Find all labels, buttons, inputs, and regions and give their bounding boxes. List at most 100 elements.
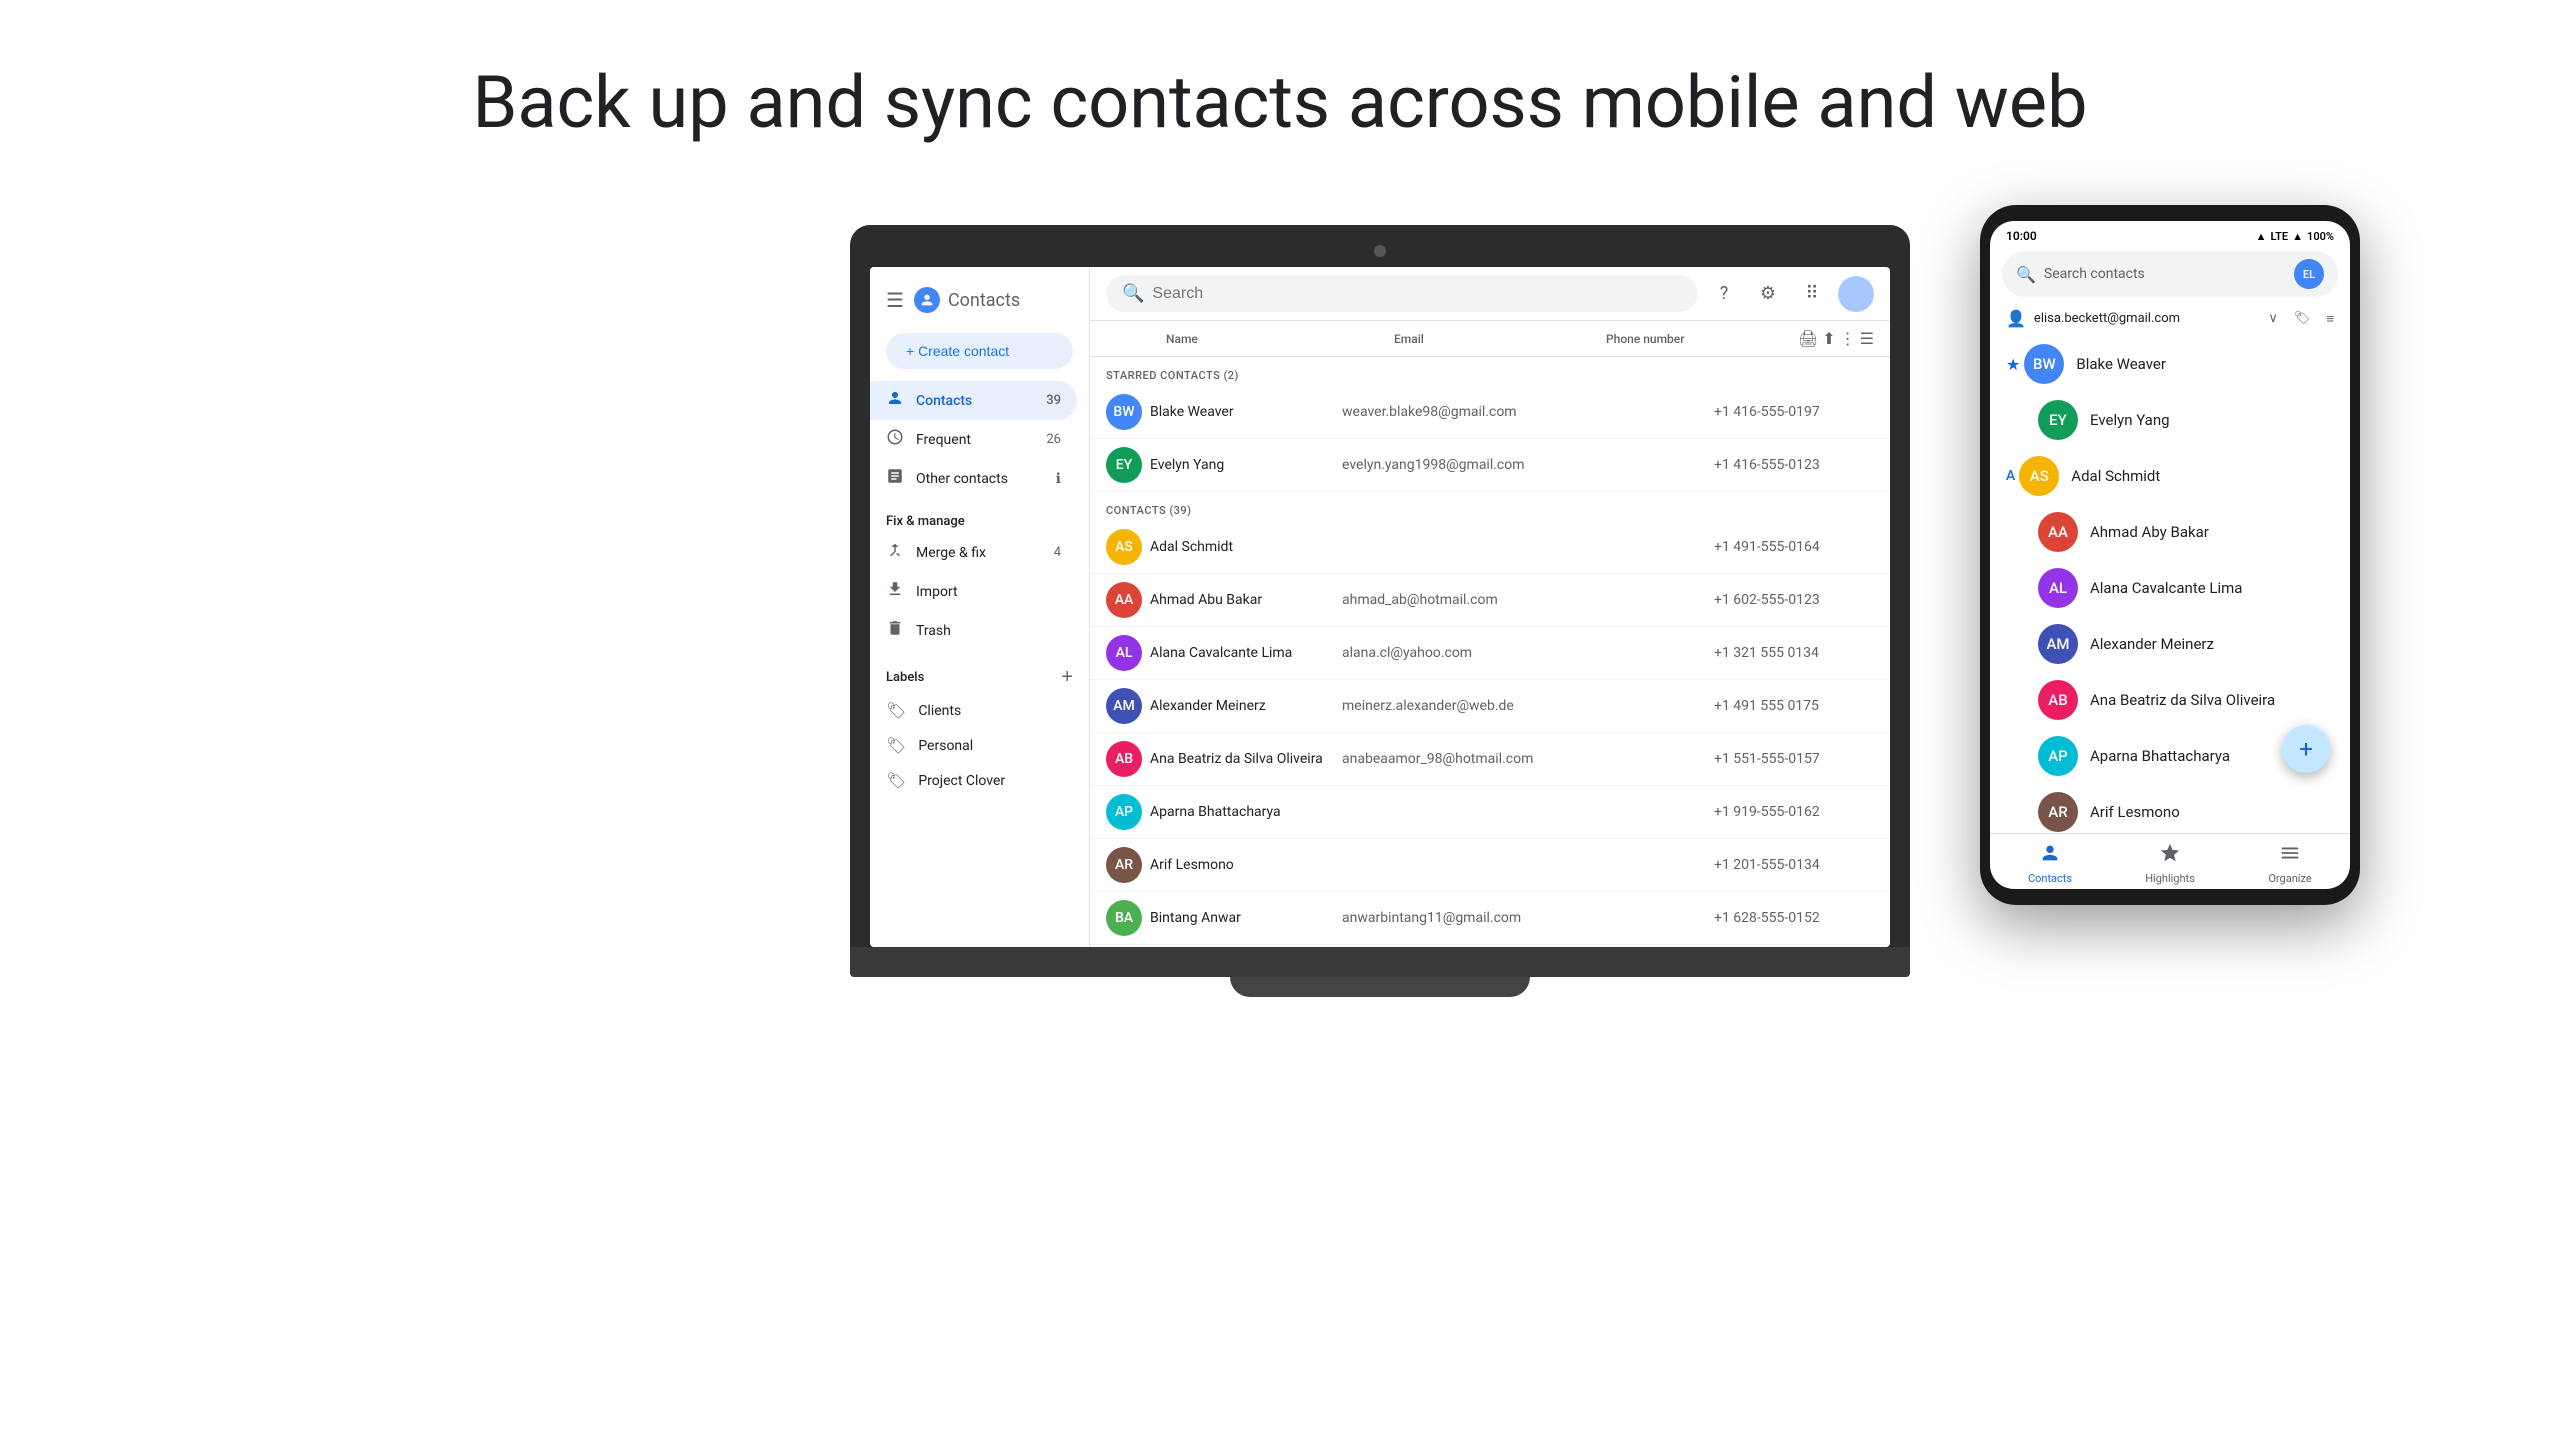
label-clients[interactable]: 🏷 Clients: [870, 693, 1089, 728]
signal-icon: ▲: [2256, 230, 2267, 243]
sidebar-item-other-contacts[interactable]: Other contacts ℹ: [870, 459, 1077, 498]
list-icon[interactable]: ☰: [1860, 329, 1874, 348]
sidebar-item-merge[interactable]: Merge & fix 4: [870, 533, 1077, 572]
contact-avatar: AB: [2038, 680, 2078, 720]
phone-device: 10:00 ▲ LTE ▲ 100% 🔍 Search contacts EL: [1980, 205, 2360, 905]
list-item[interactable]: AB Ana Beatriz da Silva Oliveira: [1990, 672, 2350, 728]
contact-avatar: AR: [1106, 847, 1142, 883]
table-row[interactable]: AS Adal Schmidt +1 491-555-0164: [1090, 521, 1890, 574]
laptop-device: ☰ Contacts + Create contact: [850, 225, 1910, 997]
table-row[interactable]: BW Blake Weaver weaver.blake98@gmail.com…: [1090, 945, 1890, 947]
list-item[interactable]: AA Ahmad Aby Bakar: [1990, 504, 2350, 560]
label-personal[interactable]: 🏷 Personal: [870, 728, 1089, 763]
contact-avatar: BA: [1106, 900, 1142, 936]
col-header-email: Email: [1394, 332, 1598, 346]
help-button[interactable]: ?: [1706, 276, 1742, 312]
contact-name: Alexander Meinerz: [2090, 635, 2334, 653]
contact-email: anwarbintang11@gmail.com: [1342, 910, 1706, 926]
contact-phone: +1 416-555-0123: [1714, 457, 1874, 473]
create-contact-button[interactable]: + Create contact: [886, 333, 1073, 369]
list-item[interactable]: BW Blake Weaver: [2024, 340, 2342, 388]
contact-name: Ahmad Aby Bakar: [2090, 523, 2334, 541]
page-title: Back up and sync contacts across mobile …: [472, 60, 2087, 145]
list-item[interactable]: AS Adal Schmidt: [2019, 452, 2342, 500]
trash-icon: [886, 619, 904, 642]
phone-status-bar: 10:00 ▲ LTE ▲ 100%: [1990, 221, 2350, 247]
table-row[interactable]: BA Bintang Anwar anwarbintang11@gmail.co…: [1090, 892, 1890, 945]
other-contacts-nav-icon: [886, 467, 904, 490]
table-row[interactable]: EY Evelyn Yang evelyn.yang1998@gmail.com…: [1090, 439, 1890, 492]
table-header: Name Email Phone number 🖨 ⬆ ⋮ ☰: [1090, 321, 1890, 357]
contact-phone: +1 602-555-0123: [1714, 592, 1874, 608]
list-item[interactable]: AL Alana Cavalcante Lima: [1990, 560, 2350, 616]
apps-button[interactable]: ⠿: [1794, 276, 1830, 312]
contacts-nav-count: 39: [1046, 393, 1061, 408]
table-row[interactable]: AM Alexander Meinerz meinerz.alexander@w…: [1090, 680, 1890, 733]
status-right: ▲ LTE ▲ 100%: [2256, 230, 2334, 243]
phone-account-row[interactable]: 👤 elisa.beckett@gmail.com ∨ 🏷 ≡: [1990, 305, 2350, 336]
hamburger-icon[interactable]: ☰: [886, 288, 904, 312]
phone-nav-contacts-label: Contacts: [2028, 872, 2072, 885]
phone-nav-contacts[interactable]: Contacts: [1990, 842, 2110, 885]
contact-avatar: AP: [1106, 794, 1142, 830]
label-project-clover-text: Project Clover: [918, 773, 1005, 789]
phone-nav-highlights[interactable]: Highlights: [2110, 842, 2230, 885]
contacts-nav-label: Contacts: [916, 393, 972, 409]
more-icon[interactable]: ⋮: [1840, 329, 1856, 348]
contact-email: alana.cl@yahoo.com: [1342, 645, 1706, 661]
list-item[interactable]: AM Alexander Meinerz: [1990, 616, 2350, 672]
table-row[interactable]: AL Alana Cavalcante Lima alana.cl@yahoo.…: [1090, 627, 1890, 680]
lte-label: LTE: [2271, 230, 2289, 243]
sidebar-item-contacts[interactable]: Contacts 39: [870, 381, 1077, 420]
phone-nav-organize-icon: [2279, 842, 2301, 870]
contact-phone: +1 491 555 0175: [1714, 698, 1874, 714]
table-row[interactable]: AB Ana Beatriz da Silva Oliveira anabeaa…: [1090, 733, 1890, 786]
top-bar: 🔍 ? ⚙ ⠿: [1090, 267, 1890, 321]
contact-name: Ana Beatriz da Silva Oliveira: [2090, 691, 2334, 709]
contact-name: Alexander Meinerz: [1150, 698, 1334, 714]
list-item[interactable]: AR Arif Lesmono: [1990, 784, 2350, 833]
phone-search-bar[interactable]: 🔍 Search contacts EL: [2002, 251, 2338, 297]
phone-nav-highlights-icon: [2159, 842, 2181, 870]
add-label-button[interactable]: +: [1061, 666, 1073, 689]
phone-nav-highlights-label: Highlights: [2145, 872, 2195, 885]
user-avatar-button[interactable]: [1838, 276, 1874, 312]
sidebar-item-frequent[interactable]: Frequent 26: [870, 420, 1077, 459]
contact-email: meinerz.alexander@web.de: [1342, 698, 1706, 714]
table-row[interactable]: AR Arif Lesmono +1 201-555-0134: [1090, 839, 1890, 892]
table-row[interactable]: BW Blake Weaver weaver.blake98@gmail.com…: [1090, 386, 1890, 439]
app-logo-text: Contacts: [948, 290, 1020, 311]
label-icon-phone: 🏷: [2294, 311, 2311, 326]
contact-phone: +1 628-555-0152: [1714, 910, 1874, 926]
contact-name: Aparna Bhattacharya: [1150, 804, 1334, 820]
contact-phone: +1 201-555-0134: [1714, 857, 1874, 873]
label-project-clover[interactable]: 🏷 Project Clover: [870, 763, 1089, 798]
table-row[interactable]: AA Ahmad Abu Bakar ahmad_ab@hotmail.com …: [1090, 574, 1890, 627]
contact-avatar: BW: [1106, 394, 1142, 430]
sidebar-item-trash[interactable]: Trash: [870, 611, 1077, 650]
col-header-name: Name: [1166, 332, 1386, 346]
contacts-app-desktop: ☰ Contacts + Create contact: [870, 267, 1890, 947]
trash-nav-label: Trash: [916, 623, 951, 639]
sidebar-item-import[interactable]: Import: [870, 572, 1077, 611]
fab-add-button[interactable]: +: [2282, 725, 2330, 773]
label-personal-text: Personal: [918, 738, 973, 754]
label-personal-icon: 🏷: [886, 736, 906, 755]
print-icon[interactable]: 🖨: [1798, 329, 1818, 348]
phone-user-avatar[interactable]: EL: [2294, 259, 2324, 289]
table-row[interactable]: AP Aparna Bhattacharya +1 919-555-0162: [1090, 786, 1890, 839]
contact-avatar: AA: [2038, 512, 2078, 552]
search-input[interactable]: [1152, 285, 1682, 303]
label-clients-text: Clients: [918, 703, 961, 719]
contact-phone: +1 551-555-0157: [1714, 751, 1874, 767]
export-icon[interactable]: ⬆: [1822, 329, 1835, 348]
contact-phone: +1 416-555-0197: [1714, 404, 1874, 420]
phone-nav-organize[interactable]: Organize: [2230, 842, 2350, 885]
settings-button[interactable]: ⚙: [1750, 276, 1786, 312]
list-item[interactable]: EY Evelyn Yang: [1990, 392, 2350, 448]
contact-avatar: EY: [2038, 400, 2078, 440]
search-bar[interactable]: 🔍: [1106, 275, 1698, 312]
merge-nav-label: Merge & fix: [916, 545, 986, 561]
contact-avatar: AL: [2038, 568, 2078, 608]
contact-name: Alana Cavalcante Lima: [1150, 645, 1334, 661]
